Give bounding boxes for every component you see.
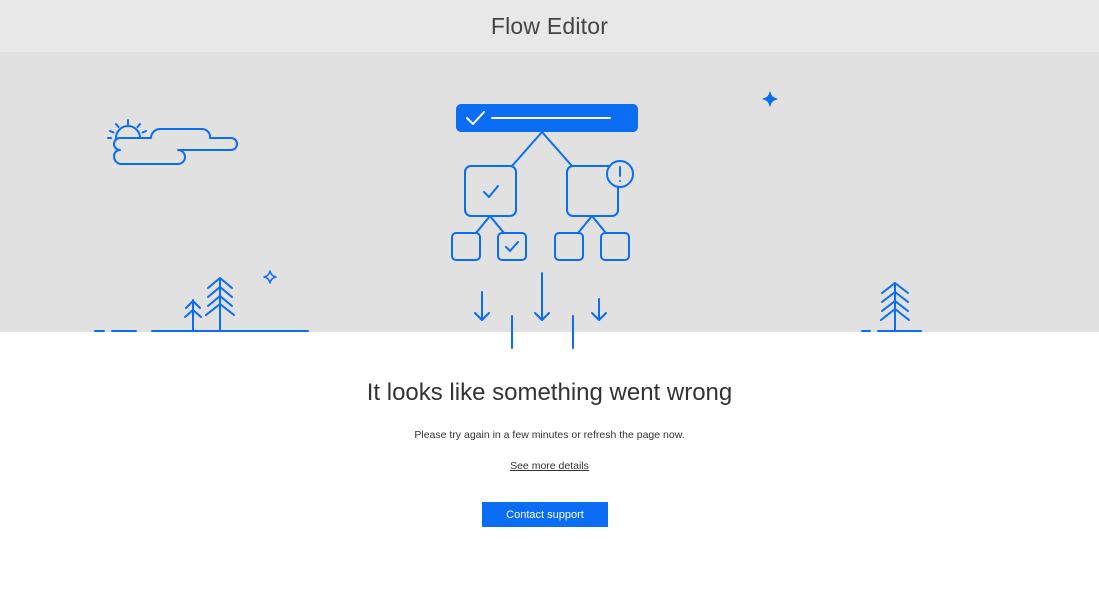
error-illustration [0, 52, 1099, 349]
cloud-icon [113, 127, 238, 165]
sparkle-icon [762, 91, 778, 107]
details-link-container: See more details [0, 460, 1099, 472]
app-header: Flow Editor [0, 0, 1099, 52]
tree-icon [184, 299, 202, 332]
flow-diagram-icon [451, 104, 638, 261]
error-heading: It looks like something went wrong [366, 379, 733, 406]
arrow-down-icon [474, 291, 490, 321]
contact-support-button[interactable]: Contact support [482, 502, 608, 527]
arrow-down-icon [534, 272, 550, 321]
arrow-down-icon [591, 298, 607, 321]
check-icon [483, 185, 499, 198]
sun-icon [107, 119, 147, 139]
error-message: Please try again in a few minutes or ref… [414, 429, 685, 441]
tree-icon [880, 282, 910, 332]
tree-icon [205, 277, 235, 332]
page-title: Flow Editor [490, 12, 609, 39]
see-more-details-link[interactable]: See more details [510, 460, 589, 472]
sparkle-icon [263, 270, 277, 284]
